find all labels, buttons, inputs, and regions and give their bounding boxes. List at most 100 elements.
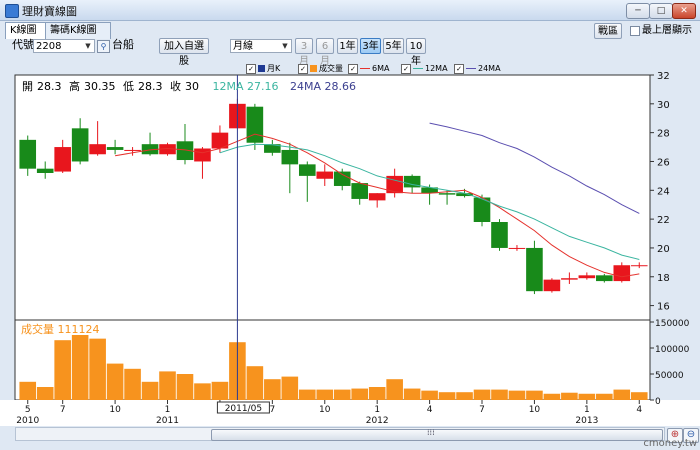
volume-bar xyxy=(176,374,194,400)
year-tick-label: 2011 xyxy=(156,416,179,426)
volume-bar xyxy=(508,390,526,400)
volume-bar xyxy=(543,393,561,400)
volume-bar xyxy=(71,335,89,400)
high-value: 30.35 xyxy=(84,80,116,93)
volume-bar xyxy=(421,390,438,400)
candle-body xyxy=(351,183,369,199)
price-tick-label: 32 xyxy=(657,71,670,82)
ma24-readout: 24MA 28.66 xyxy=(290,80,356,93)
price-tick-label: 16 xyxy=(657,302,670,313)
volume-bar xyxy=(194,383,211,400)
volume-bar xyxy=(630,392,648,400)
candle-body xyxy=(596,275,613,282)
price-tick-label: 18 xyxy=(657,273,670,284)
scrollbar-thumb[interactable]: ⁞⁞⁞ xyxy=(211,428,663,441)
x-tick-label: 1 xyxy=(374,405,380,415)
volume-bar xyxy=(89,338,106,400)
volume-bar xyxy=(613,389,631,400)
volume-bar xyxy=(264,379,281,400)
candle-body xyxy=(613,265,631,282)
volume-bar xyxy=(368,387,386,400)
high-label: 高 xyxy=(69,80,80,93)
price-chart[interactable]: 16 18 20 22 24 26 28 30 32 0 50000 100000 150000 5 7 10… xyxy=(0,0,700,450)
candle-body xyxy=(89,144,106,155)
volume-bar xyxy=(596,393,613,400)
candle-body xyxy=(298,164,316,176)
volume-bar xyxy=(438,392,456,400)
price-tick-label: 24 xyxy=(657,186,670,197)
open-value: 28.3 xyxy=(37,80,62,93)
candle-body xyxy=(36,168,54,173)
x-tick-label: 4 xyxy=(427,405,433,415)
price-tick-label: 22 xyxy=(657,215,670,226)
volume-bar xyxy=(281,376,299,400)
low-label: 低 xyxy=(123,80,134,93)
x-tick-label: 10 xyxy=(109,405,121,415)
x-tick-label: 7 xyxy=(269,405,275,415)
year-tick-label: 2012 xyxy=(366,416,389,426)
open-label: 開 xyxy=(22,80,33,93)
volume-readout: 成交量 111124 xyxy=(21,323,100,336)
x-tick-label: 7 xyxy=(479,405,485,415)
candle-body xyxy=(578,275,596,279)
volume-bar xyxy=(159,371,176,400)
horizontal-scrollbar[interactable]: ⁞⁞⁞ xyxy=(15,427,665,441)
x-tick-label: 4 xyxy=(636,405,642,415)
volume-tick-label: 0 xyxy=(655,397,661,407)
candle-body xyxy=(368,193,386,201)
volume-tick-label: 50000 xyxy=(655,371,684,381)
candle-body xyxy=(561,278,578,280)
watermark: cmoney.tw xyxy=(643,438,697,449)
candle-body xyxy=(333,171,351,186)
price-tick-label: 28 xyxy=(657,129,670,140)
candle-body xyxy=(491,222,508,248)
x-tick-label: 1 xyxy=(584,405,590,415)
candle-body xyxy=(543,279,561,292)
volume-bar xyxy=(246,366,264,400)
ma12-readout: 12MA 27.16 xyxy=(212,80,279,93)
volume-bar xyxy=(124,368,141,400)
volume-bar xyxy=(403,388,421,400)
volume-bar xyxy=(386,379,403,400)
price-tick-label: 20 xyxy=(657,244,670,255)
volume-bar xyxy=(456,392,473,400)
x-tick-label: 10 xyxy=(319,405,331,415)
candle-body xyxy=(71,128,89,162)
candle-body xyxy=(194,148,211,162)
volume-bar xyxy=(316,389,334,400)
volume-tick-label: 150000 xyxy=(655,319,690,329)
cursor-date-label: 2011/05 xyxy=(225,404,262,414)
volume-bar xyxy=(473,389,491,400)
candle-body xyxy=(316,171,334,179)
x-tick-label: 10 xyxy=(529,405,541,415)
volume-tick-label: 100000 xyxy=(655,345,690,355)
year-tick-label: 2013 xyxy=(575,416,598,426)
price-tick-label: 30 xyxy=(657,100,670,111)
volume-bar xyxy=(211,381,229,400)
volume-bar xyxy=(526,390,543,400)
price-tick-label: 26 xyxy=(657,157,670,168)
candle-body xyxy=(124,149,141,151)
volume-bar xyxy=(578,393,596,400)
low-value: 28.3 xyxy=(138,80,163,93)
candle-body xyxy=(281,149,299,165)
candle-body xyxy=(438,193,456,195)
x-tick-label: 7 xyxy=(60,405,66,415)
candle-body xyxy=(630,265,648,267)
candle-body xyxy=(106,147,124,150)
close-value: 30 xyxy=(185,80,199,93)
volume-bar xyxy=(561,392,578,400)
volume-bar xyxy=(19,381,37,400)
candle-body xyxy=(54,147,71,172)
x-tick-label: 1 xyxy=(165,405,171,415)
ohlc-readout: 開 28.3 高 30.35 低 28.3 收 30 12MA 27.16 24MA 2… xyxy=(22,78,360,94)
volume-bar xyxy=(141,381,159,400)
grip-icon: ⁞⁞⁞ xyxy=(427,428,435,437)
candle-body xyxy=(246,106,264,143)
candle-body xyxy=(508,247,526,249)
x-tick-label: 5 xyxy=(25,405,31,415)
volume-bar xyxy=(298,389,316,400)
app-window: 理財寶線圖 ─ □ ✕ K線圖 籌碼K線圖 代號 2208 ▼ ⚲ 台船 加入自… xyxy=(0,0,700,450)
year-tick-label: 2010 xyxy=(16,416,39,426)
volume-bar xyxy=(333,389,351,400)
